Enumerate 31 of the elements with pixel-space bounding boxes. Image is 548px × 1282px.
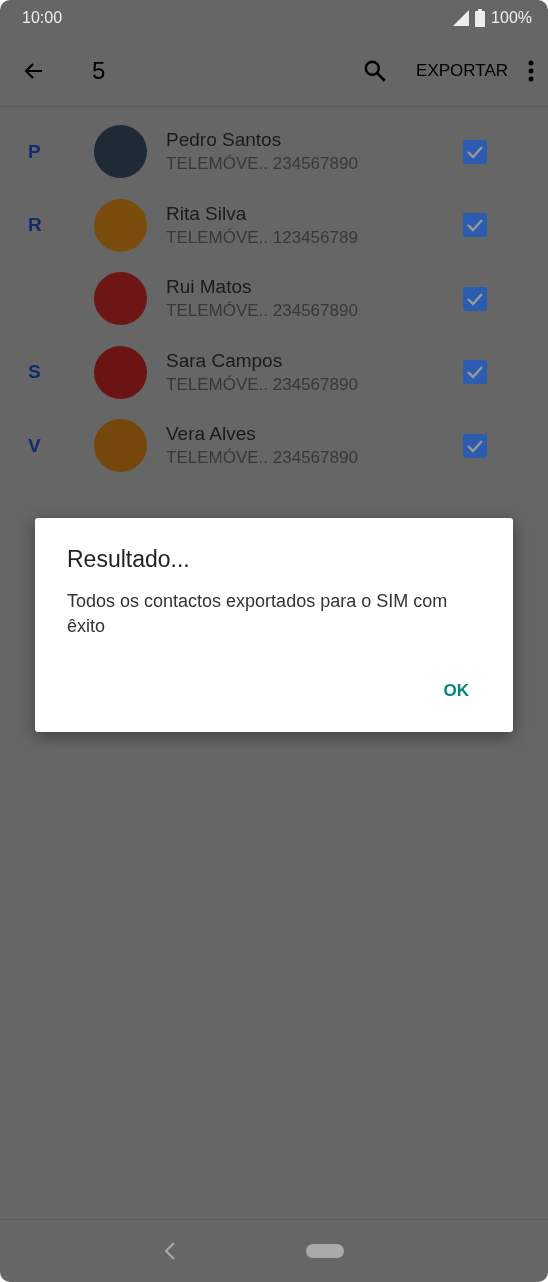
export-button[interactable]: EXPORTAR — [416, 61, 508, 81]
home-button[interactable] — [306, 1244, 344, 1258]
checkmark-icon — [466, 218, 484, 233]
more-icon[interactable] — [528, 60, 534, 82]
dialog-title: Resultado... — [67, 546, 191, 573]
contact-name: Sara Campos — [166, 349, 284, 372]
checkmark-icon — [466, 291, 484, 306]
back-icon[interactable] — [164, 1241, 176, 1261]
section-letter: S — [27, 361, 42, 384]
checkbox[interactable] — [463, 286, 487, 311]
checkmark-icon — [466, 365, 484, 380]
contact-name: Rui Matos — [166, 276, 253, 299]
checkbox[interactable] — [463, 139, 487, 164]
contact-name: Vera Alves — [166, 423, 257, 446]
checkbox[interactable] — [463, 360, 487, 385]
selected-count: 5 — [92, 57, 107, 85]
section-letter: P — [27, 140, 42, 163]
section-letter: R — [27, 214, 43, 237]
clock: 10:00 — [22, 9, 63, 27]
battery-percent: 100% — [491, 9, 532, 27]
signal-icon — [453, 10, 470, 26]
contact-name: Pedro Santos — [166, 129, 283, 152]
checkbox[interactable] — [463, 433, 487, 458]
checkmark-icon — [466, 144, 484, 159]
ok-button[interactable]: OK — [443, 677, 469, 705]
checkmark-icon — [466, 438, 484, 453]
dialog-message: Todos os contactos exportados para o SIM com êxito — [67, 590, 449, 638]
checkbox[interactable] — [463, 213, 487, 238]
battery-icon — [475, 9, 486, 27]
section-letter: V — [27, 434, 42, 457]
contact-name: Rita Silva — [166, 202, 248, 225]
